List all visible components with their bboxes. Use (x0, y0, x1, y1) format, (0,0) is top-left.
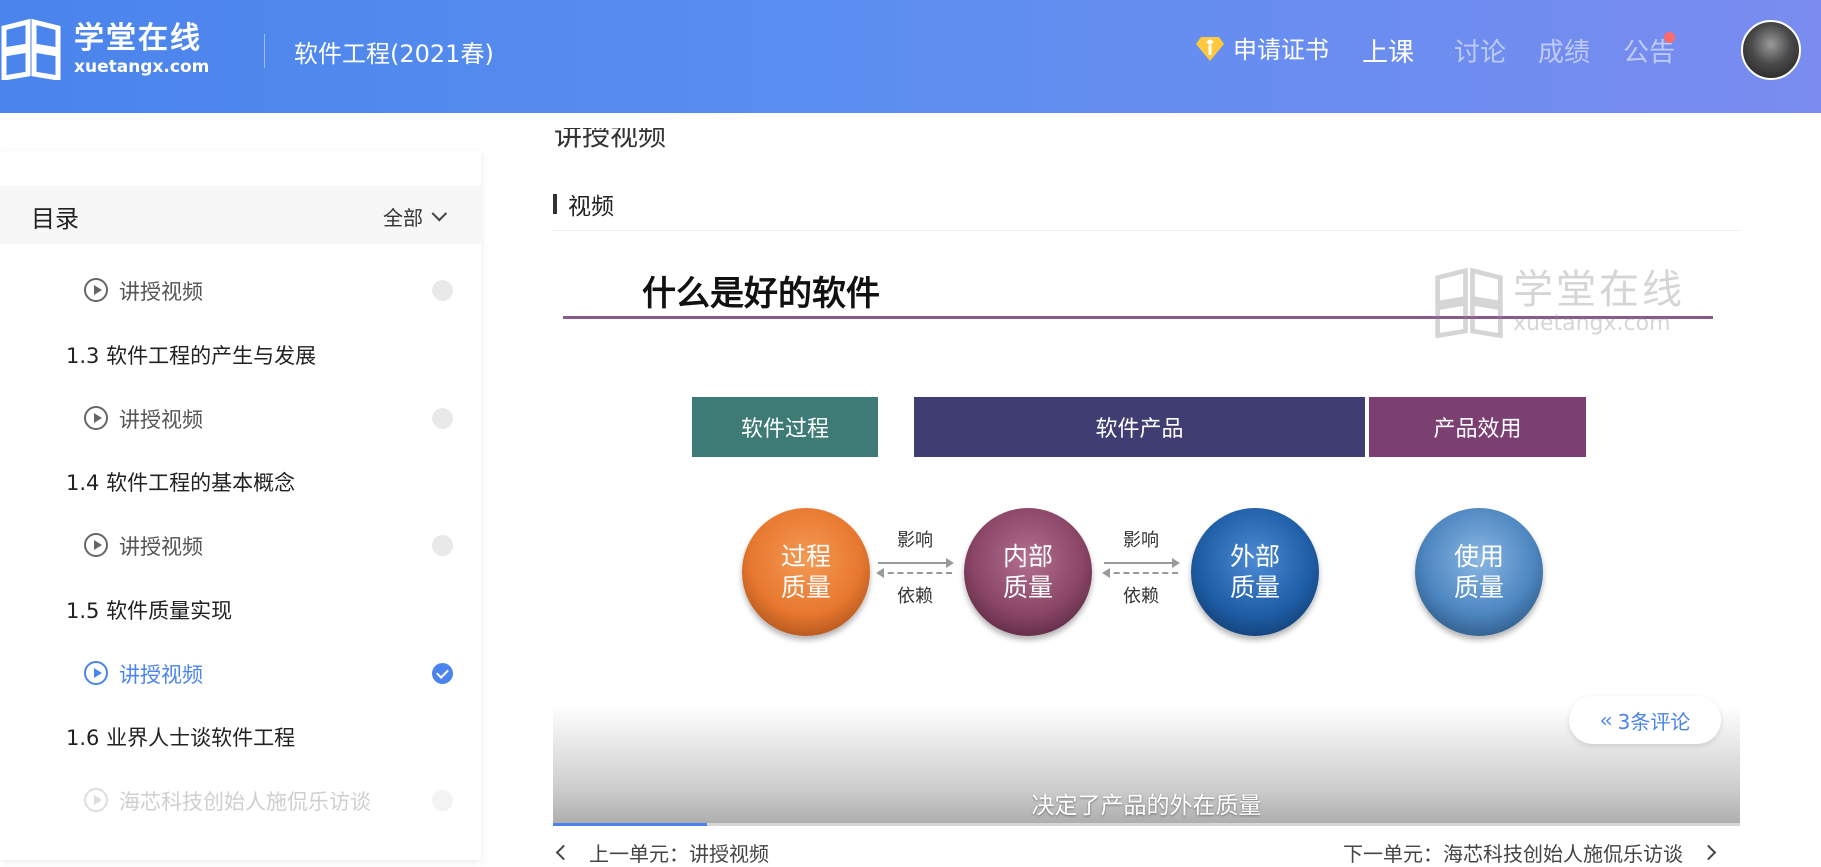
chevron-right-icon (1700, 844, 1717, 861)
video-section-heading: 视频 (553, 187, 614, 221)
completion-status-icon (432, 535, 453, 556)
double-chevron-left-icon: ‹‹ (1599, 708, 1613, 732)
completion-status-icon (432, 408, 453, 429)
heading-divider (553, 230, 1740, 231)
outline-video-label: 讲授视频 (119, 663, 203, 687)
arrow-left-dashed-icon (1102, 568, 1178, 578)
watermark-text-cn: 学堂在线 (1513, 266, 1685, 313)
slide-circle-process-quality: 过程 质量 (742, 508, 870, 636)
slide-box-product: 软件产品 (914, 397, 1365, 457)
outline-video-item[interactable]: 讲授视频 (0, 390, 481, 446)
watermark-text-en: xuetangx.com (1513, 310, 1671, 336)
watermark-logo-icon (1435, 267, 1503, 338)
arrow-left-dashed-icon (876, 568, 952, 578)
slide-box-utility: 产品效用 (1369, 397, 1586, 457)
slide-box-process: 软件过程 (692, 397, 878, 457)
header-divider (264, 34, 265, 68)
nav-tab-discussion[interactable]: 讨论 (1454, 32, 1506, 69)
play-circle-icon (84, 278, 108, 302)
circle-line1: 内部 (1002, 542, 1053, 571)
prev-unit-label: 上一单元：讲授视频 (589, 842, 769, 866)
completion-status-icon (432, 790, 453, 811)
outline-section-item[interactable]: 1.5 软件质量实现 (0, 581, 481, 637)
check-circle-icon (432, 663, 453, 684)
video-subtitle: 决定了产品的外在质量 (1031, 793, 1262, 819)
slide-circle-internal-quality: 内部 质量 (964, 508, 1092, 636)
outline-section-item[interactable]: 1.4 软件工程的基本概念 (0, 453, 481, 509)
play-circle-icon (84, 788, 108, 812)
arrow-label-influence: 影响 (1123, 530, 1159, 551)
circle-line2: 质量 (780, 573, 831, 602)
logo-text-cn: 学堂在线 (74, 21, 202, 56)
arrow-label-dependency: 依赖 (897, 586, 933, 607)
outline-section-label: 1.6 业界人士谈软件工程 (66, 726, 296, 750)
video-heading-text: 视频 (568, 194, 614, 220)
logo-text-en: xuetangx.com (74, 57, 210, 77)
outline-video-label: 讲授视频 (119, 408, 203, 432)
slide-arrow-pair: 影响 依赖 (1102, 526, 1180, 608)
watermark-logo: 学堂在线 xuetangx.com (1433, 266, 1685, 338)
circle-line1: 外部 (1229, 542, 1280, 571)
circle-line2: 质量 (1229, 573, 1280, 602)
course-outline-sidebar: 目录 全部 讲授视频 1.3 软件工程的产生与发展 讲授视频 1.4 软件工程的… (0, 151, 481, 860)
outline-header: 目录 全部 (0, 186, 481, 244)
outline-video-label: 海芯科技创始人施侃乐访谈 (119, 790, 371, 814)
outline-video-label: 讲授视频 (119, 535, 203, 559)
apply-certificate-label: 申请证书 (1233, 36, 1329, 64)
unit-title-text: 讲授视频 (554, 128, 667, 152)
slide-arrow-pair: 影响 依赖 (876, 526, 954, 608)
outline-section-item[interactable]: 1.6 业界人士谈软件工程 (0, 708, 481, 764)
slide-circle-usage-quality: 使用 质量 (1415, 508, 1543, 636)
slide-title: 什么是好的软件 (642, 274, 880, 314)
outline-video-label: 讲授视频 (119, 280, 203, 304)
notification-dot (1664, 32, 1675, 43)
chevron-down-icon (431, 205, 448, 222)
play-circle-icon (84, 661, 108, 685)
outline-filter-dropdown[interactable]: 全部 (383, 202, 448, 231)
outline-section-item[interactable]: 1.3 软件工程的产生与发展 (0, 326, 481, 382)
apply-certificate-button[interactable]: 申请证书 (1195, 30, 1329, 65)
circle-line2: 质量 (1002, 573, 1053, 602)
outline-section-label: 1.3 软件工程的产生与发展 (66, 344, 317, 368)
outline-filter-label: 全部 (383, 206, 423, 230)
unit-title: 讲授视频 (554, 128, 754, 160)
slide-circle-external-quality: 外部 质量 (1191, 508, 1319, 636)
arrow-right-icon (878, 558, 954, 568)
completion-status-icon (432, 280, 453, 301)
play-circle-icon (84, 533, 108, 557)
outline-video-item[interactable]: 讲授视频 (0, 517, 481, 573)
diamond-icon (1196, 36, 1224, 61)
site-logo[interactable]: 学堂在线 xuetangx.com (0, 18, 209, 80)
arrow-right-icon (1104, 558, 1180, 568)
course-title: 软件工程(2021春) (294, 40, 494, 68)
circle-line2: 质量 (1453, 573, 1504, 602)
nav-tab-grades[interactable]: 成绩 (1538, 32, 1590, 69)
logo-icon (1, 18, 61, 80)
user-avatar[interactable] (1741, 20, 1801, 80)
outline-video-item-current[interactable]: 讲授视频 (0, 645, 481, 701)
outline-video-item[interactable]: 海芯科技创始人施侃乐访谈 (0, 772, 481, 828)
outline-video-item[interactable]: 讲授视频 (0, 262, 481, 318)
top-header: 学堂在线 xuetangx.com 软件工程(2021春) 申请证书 上课 讨论… (0, 0, 1821, 113)
chevron-left-icon (555, 844, 572, 861)
play-circle-icon (84, 406, 108, 430)
circle-line1: 过程 (780, 542, 831, 571)
outline-section-label: 1.5 软件质量实现 (66, 599, 233, 623)
video-progress-fill (553, 823, 708, 826)
video-player[interactable]: 什么是好的软件 学堂在线 xuetangx.com 软件过程 软件产品 产品效用… (553, 236, 1740, 826)
outline-section-label: 1.4 软件工程的基本概念 (66, 471, 296, 495)
circle-line1: 使用 (1453, 542, 1504, 571)
comments-button[interactable]: ‹‹ 3条评论 (1569, 696, 1721, 744)
comments-count: 3条评论 (1617, 709, 1691, 734)
video-progress-bar[interactable] (553, 823, 1740, 826)
arrow-label-dependency: 依赖 (1123, 586, 1159, 607)
heading-marker (553, 194, 557, 214)
outline-title: 目录 (31, 205, 79, 233)
next-unit-link[interactable]: 下一单元：海芯科技创始人施侃乐访谈 (1343, 838, 1717, 867)
next-unit-label: 下一单元：海芯科技创始人施侃乐访谈 (1343, 842, 1683, 866)
arrow-label-influence: 影响 (897, 530, 933, 551)
nav-tab-class[interactable]: 上课 (1362, 32, 1414, 69)
prev-unit-link[interactable]: 上一单元：讲授视频 (555, 838, 769, 867)
